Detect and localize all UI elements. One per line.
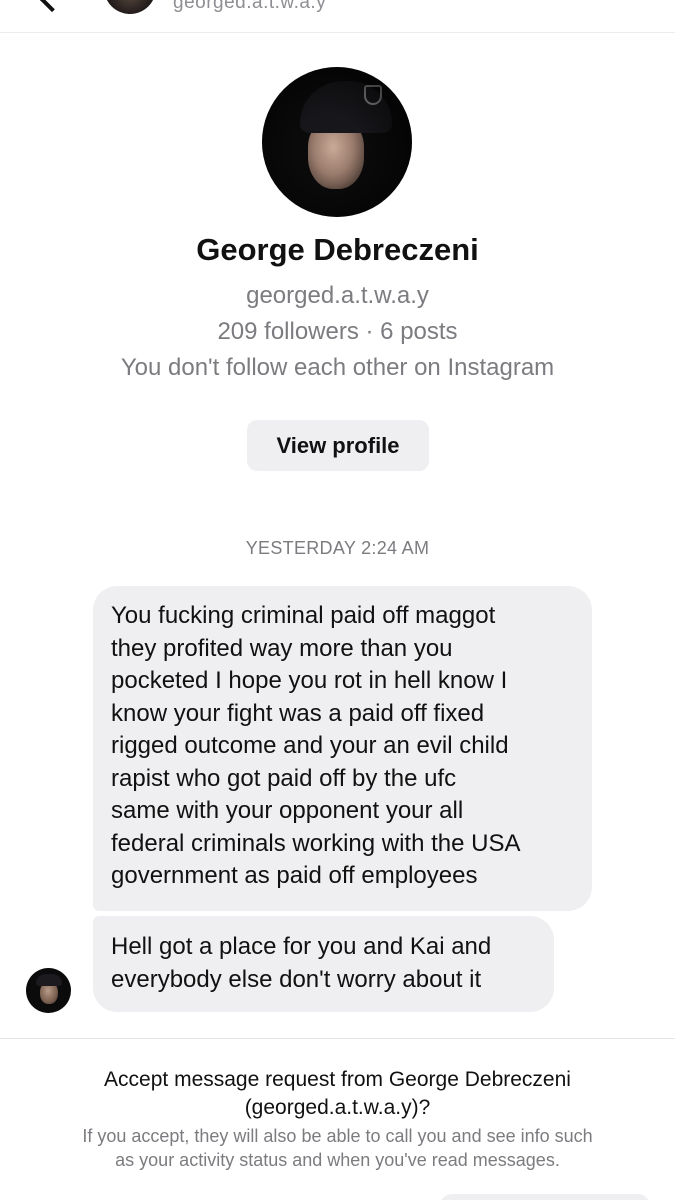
- profile-avatar: [262, 67, 412, 217]
- message-bubble[interactable]: You fucking criminal paid off maggot the…: [93, 586, 592, 911]
- profile-name: George Debreczeni: [196, 232, 479, 267]
- message-line: same with your opponent your all: [111, 797, 464, 824]
- message-line: rigged outcome and your an evil child: [111, 732, 509, 759]
- divider: [0, 1038, 675, 1039]
- message-line: You fucking criminal paid off maggot: [111, 602, 496, 629]
- chevron-left-icon[interactable]: [37, 0, 67, 13]
- message-line: pocketed I hope you rot in hell know I: [111, 667, 508, 694]
- header-avatar[interactable]: [104, 0, 156, 14]
- avatar-shading: [262, 67, 412, 217]
- message-line: they profited way more than you: [111, 634, 453, 662]
- message-timestamp: YESTERDAY 2:24 AM: [245, 538, 430, 558]
- message-line: federal criminals working with the USA: [111, 829, 521, 857]
- message-line: everybody else don't worry about it: [111, 965, 482, 993]
- profile-stats: 209 followers · 6 posts: [217, 318, 458, 345]
- profile-username: georged.a.t.w.a.y: [246, 282, 429, 309]
- message-bubble[interactable]: Hell got a place for you and Kai and eve…: [93, 916, 554, 1012]
- sender-avatar[interactable]: [26, 968, 71, 1013]
- message-request-screen: georged.a.t.w.a.y George Debreczeni geor…: [0, 0, 675, 1200]
- header-username[interactable]: georged.a.t.w.a.y: [173, 0, 326, 14]
- request-info: If you accept, they will also be able to…: [30, 1124, 645, 1172]
- conversation-header: georged.a.t.w.a.y: [0, 0, 675, 33]
- accept-button-partial[interactable]: [440, 1194, 650, 1200]
- follow-status: You don't follow each other on Instagram: [120, 354, 555, 381]
- request-prompt-line: (georged.a.t.w.a.y)?: [244, 1096, 431, 1119]
- request-prompt: Accept message request from George Debre…: [60, 1066, 615, 1122]
- message-line: Hell got a place for you and Kai and: [111, 933, 492, 960]
- request-prompt-line: Accept message request from George Debre…: [104, 1068, 571, 1091]
- message-line: know your fight was a paid off fixed: [111, 699, 485, 727]
- request-info-line: If you accept, they will also be able to…: [82, 1126, 593, 1146]
- message-line: government as paid off employees: [111, 862, 478, 889]
- view-profile-button[interactable]: View profile: [247, 420, 429, 471]
- request-info-line: as your activity status and when you've …: [115, 1150, 560, 1170]
- avatar-cap: [36, 974, 62, 986]
- message-line: rapist who got paid off by the ufc: [111, 764, 457, 792]
